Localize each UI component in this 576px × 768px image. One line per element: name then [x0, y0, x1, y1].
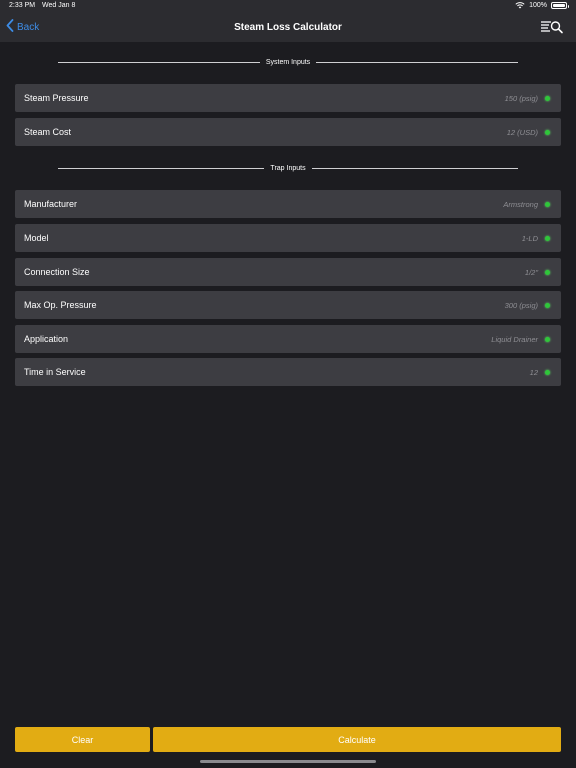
- row-label: Max Op. Pressure: [24, 300, 97, 310]
- status-dot-icon: [545, 96, 550, 101]
- clear-button[interactable]: Clear: [15, 727, 150, 752]
- divider: [316, 61, 519, 63]
- row-label: Model: [24, 233, 49, 243]
- row-value: 12: [529, 368, 538, 377]
- row-label: Manufacturer: [24, 199, 78, 209]
- status-time: 2:33 PM: [9, 2, 36, 9]
- row-value: 150 (psig): [504, 94, 538, 103]
- trap-inputs-header: Trap Inputs: [58, 163, 518, 173]
- home-indicator: [200, 760, 376, 763]
- model-row[interactable]: Model 1-LD: [15, 224, 561, 252]
- battery-icon: [551, 2, 569, 9]
- row-value: 1-LD: [521, 234, 538, 243]
- section-label: System Inputs: [265, 58, 311, 66]
- status-bar: 2:33 PM Wed Jan 8 100%: [0, 0, 576, 14]
- row-label: Application: [24, 334, 69, 344]
- status-dot-icon: [545, 130, 550, 135]
- section-label: Trap Inputs: [270, 164, 306, 172]
- row-label: Steam Pressure: [24, 93, 89, 103]
- row-value: Armstrong: [503, 200, 538, 209]
- divider: [311, 167, 518, 169]
- steam-pressure-row[interactable]: Steam Pressure 150 (psig): [15, 84, 561, 112]
- wifi-icon: [515, 2, 525, 9]
- row-label: Steam Cost: [24, 127, 72, 137]
- status-dot-icon: [545, 202, 550, 207]
- row-label: Connection Size: [24, 267, 90, 277]
- max-op-pressure-row[interactable]: Max Op. Pressure 300 (psig): [15, 291, 561, 319]
- system-inputs-header: System Inputs: [58, 57, 519, 67]
- status-dot-icon: [545, 337, 550, 342]
- status-dot-icon: [545, 236, 550, 241]
- row-value: 300 (psig): [504, 301, 538, 310]
- divider: [58, 61, 260, 63]
- menu-search-icon: [540, 21, 564, 38]
- row-label: Time in Service: [24, 367, 86, 377]
- calculate-button[interactable]: Calculate: [153, 727, 561, 752]
- screen: 2:33 PM Wed Jan 8 100% Back Steam Loss C…: [0, 0, 576, 768]
- manufacturer-row[interactable]: Manufacturer Armstrong: [15, 190, 561, 218]
- row-value: 12 (USD): [506, 128, 538, 137]
- row-value: Liquid Drainer: [491, 335, 538, 344]
- battery-percent: 100%: [529, 2, 547, 9]
- row-value: 1/2": [524, 268, 538, 277]
- status-date: Wed Jan 8: [42, 2, 76, 9]
- nav-bar: Back Steam Loss Calculator: [0, 14, 576, 42]
- connection-size-row[interactable]: Connection Size 1/2": [15, 258, 561, 286]
- status-dot-icon: [545, 270, 550, 275]
- steam-cost-row[interactable]: Steam Cost 12 (USD): [15, 118, 561, 146]
- divider: [58, 167, 265, 169]
- status-dot-icon: [545, 303, 550, 308]
- status-right: 100%: [515, 2, 569, 9]
- page-title: Steam Loss Calculator: [234, 22, 342, 33]
- menu-search-button[interactable]: [540, 20, 564, 39]
- time-in-service-row[interactable]: Time in Service 12: [15, 358, 561, 386]
- application-row[interactable]: Application Liquid Drainer: [15, 325, 561, 353]
- status-dot-icon: [545, 370, 550, 375]
